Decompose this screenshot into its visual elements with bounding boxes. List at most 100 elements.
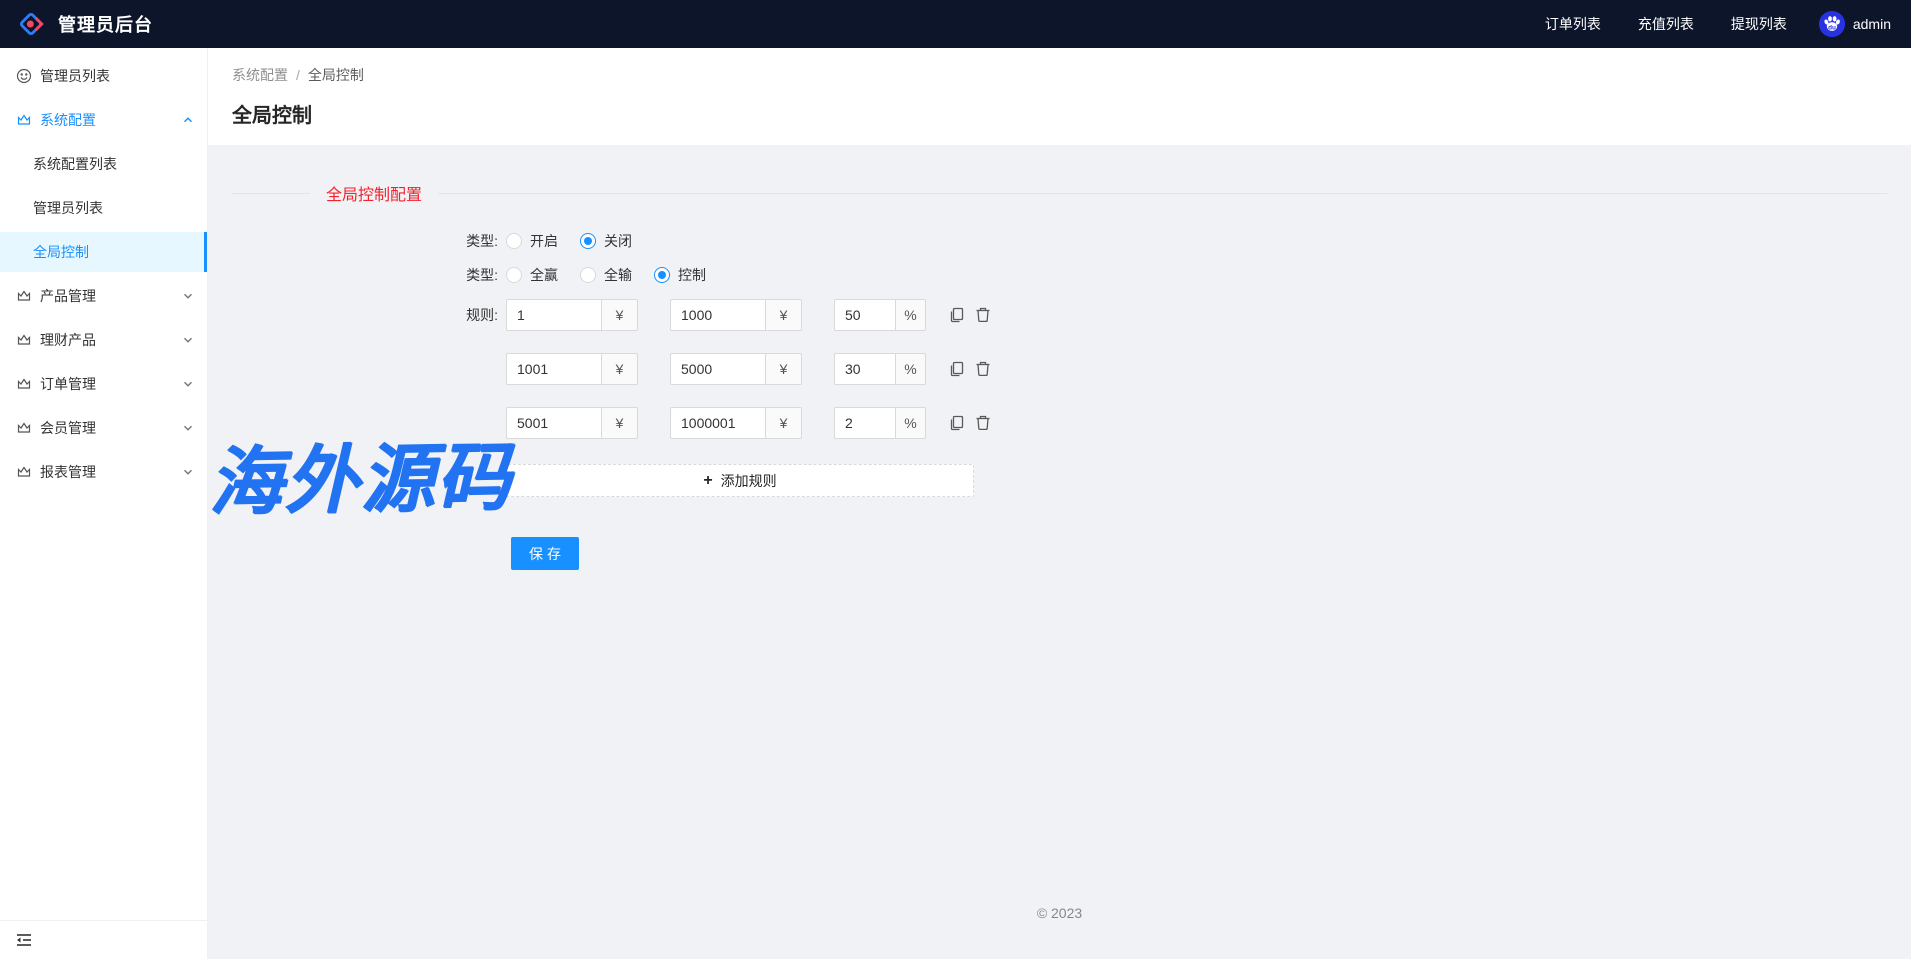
rule-min-input[interactable] (506, 407, 602, 439)
crown-icon (16, 112, 32, 128)
sidebar-item-finance-product[interactable]: 理财产品 (0, 320, 207, 360)
currency-addon: ¥ (766, 353, 802, 385)
sidebar-item-label: 管理员列表 (33, 198, 103, 218)
footer-copyright: © 2023 (232, 905, 1887, 935)
copy-rule-icon[interactable] (948, 306, 966, 324)
rule-max-group: ¥ (670, 407, 802, 439)
radio-all-lose[interactable]: 全输 (580, 265, 632, 285)
crown-icon (16, 464, 32, 480)
control-radio-group: 全赢 全输 控制 (506, 265, 728, 285)
radio-icon (506, 267, 522, 283)
radio-icon (654, 267, 670, 283)
rule-max-input[interactable] (670, 353, 766, 385)
rule-max-input[interactable] (670, 407, 766, 439)
delete-rule-icon[interactable] (974, 306, 992, 324)
breadcrumb-global-control: 全局控制 (308, 65, 364, 85)
sidebar-item-label: 系统配置列表 (33, 154, 117, 174)
chevron-down-icon (183, 335, 193, 345)
sidebar-item-label: 全局控制 (33, 242, 89, 262)
sidebar-item-report-manage[interactable]: 报表管理 (0, 452, 207, 492)
rule-min-input[interactable] (506, 299, 602, 331)
plus-icon: + (703, 473, 712, 489)
form-label: 类型: (232, 265, 506, 285)
sidebar-subitem-system-config-list[interactable]: 系统配置列表 (0, 144, 207, 184)
sidebar-item-label: 理财产品 (40, 330, 96, 350)
nav-withdraw-list[interactable]: 提现列表 (1731, 14, 1787, 34)
form-row-add-rule: + 添加规则 (232, 461, 1887, 497)
percent-addon: % (896, 353, 926, 385)
top-nav: 订单列表 充值列表 提现列表 (1545, 14, 1787, 34)
brand[interactable]: 管理员后台 (16, 9, 153, 39)
radio-control[interactable]: 控制 (654, 265, 706, 285)
form-row-switch-type: 类型: 开启 关闭 (232, 231, 1887, 251)
radio-open[interactable]: 开启 (506, 231, 558, 251)
sidebar-item-member-manage[interactable]: 会员管理 (0, 408, 207, 448)
rule-max-group: ¥ (670, 299, 802, 331)
main-area: 系统配置 / 全局控制 全局控制 全局控制配置 类型: (208, 48, 1911, 959)
nav-order-list[interactable]: 订单列表 (1545, 14, 1601, 34)
avatar: du (1819, 11, 1845, 37)
logo-icon (16, 9, 46, 39)
sidebar-item-label: 订单管理 (40, 374, 96, 394)
rule-max-input[interactable] (670, 299, 766, 331)
content-panel: 全局控制配置 类型: 开启 关闭 (208, 145, 1911, 959)
add-rule-button[interactable]: + 添加规则 (506, 464, 974, 497)
save-button[interactable]: 保存 (511, 537, 579, 570)
delete-rule-icon[interactable] (974, 414, 992, 432)
sidebar-item-label: 会员管理 (40, 418, 96, 438)
collapse-sidebar-icon[interactable] (14, 930, 34, 950)
rule-row: ¥ ¥ % (232, 407, 1887, 439)
sidebar-item-admin-list[interactable]: 管理员列表 (0, 56, 207, 96)
user-menu[interactable]: du admin (1819, 11, 1891, 37)
copy-rule-icon[interactable] (948, 414, 966, 432)
smile-icon (16, 68, 32, 84)
radio-close[interactable]: 关闭 (580, 231, 632, 251)
currency-addon: ¥ (602, 299, 638, 331)
currency-addon: ¥ (602, 407, 638, 439)
sidebar-menu: 管理员列表 系统配置 系统配置列表 (0, 48, 207, 920)
chevron-down-icon (183, 423, 193, 433)
breadcrumb-system-config[interactable]: 系统配置 (232, 65, 288, 85)
rule-percent-input[interactable] (834, 353, 896, 385)
sidebar-item-order-manage[interactable]: 订单管理 (0, 364, 207, 404)
percent-addon: % (896, 299, 926, 331)
rule-percent-input[interactable] (834, 407, 896, 439)
chevron-down-icon (183, 379, 193, 389)
crown-icon (16, 376, 32, 392)
chevron-up-icon (183, 115, 193, 125)
rule-percent-group: % (834, 353, 926, 385)
sidebar-item-label: 报表管理 (40, 462, 96, 482)
radio-icon (580, 233, 596, 249)
sidebar-subitem-admin-list[interactable]: 管理员列表 (0, 188, 207, 228)
percent-addon: % (896, 407, 926, 439)
sidebar-subitem-global-control[interactable]: 全局控制 (0, 232, 207, 272)
chevron-down-icon (183, 291, 193, 301)
radio-icon (580, 267, 596, 283)
form-row-save: 保存 (232, 537, 1887, 570)
sidebar: 管理员列表 系统配置 系统配置列表 (0, 48, 208, 959)
currency-addon: ¥ (766, 407, 802, 439)
top-header: 管理员后台 订单列表 充值列表 提现列表 du admin (0, 0, 1911, 48)
nav-recharge-list[interactable]: 充值列表 (1638, 14, 1694, 34)
breadcrumb-separator: / (296, 67, 300, 83)
copy-rule-icon[interactable] (948, 360, 966, 378)
delete-rule-icon[interactable] (974, 360, 992, 378)
radio-all-win[interactable]: 全赢 (506, 265, 558, 285)
page-title: 全局控制 (232, 99, 1887, 128)
rule-percent-group: % (834, 407, 926, 439)
rule-min-input[interactable] (506, 353, 602, 385)
rule-max-group: ¥ (670, 353, 802, 385)
sidebar-item-label: 产品管理 (40, 286, 96, 306)
switch-radio-group: 开启 关闭 (506, 231, 654, 251)
rule-row: ¥ ¥ % (232, 353, 1887, 385)
rule-min-group: ¥ (506, 299, 638, 331)
crown-icon (16, 332, 32, 348)
currency-addon: ¥ (602, 353, 638, 385)
admin-app: 管理员后台 订单列表 充值列表 提现列表 du admin (0, 0, 1911, 959)
user-name: admin (1853, 16, 1891, 32)
rule-percent-input[interactable] (834, 299, 896, 331)
sidebar-item-system-config[interactable]: 系统配置 (0, 100, 207, 140)
sidebar-item-product-manage[interactable]: 产品管理 (0, 276, 207, 316)
rule-row: 规则: ¥ ¥ % (232, 299, 1887, 331)
crown-icon (16, 420, 32, 436)
